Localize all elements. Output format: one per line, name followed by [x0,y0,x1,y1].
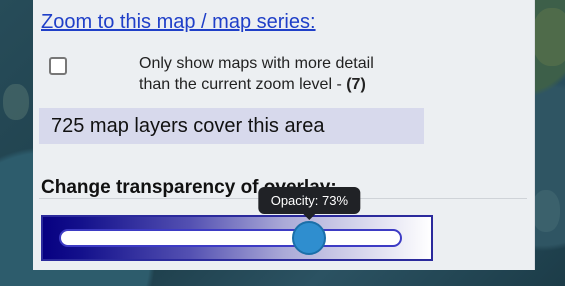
opacity-slider-track[interactable] [59,229,402,247]
detail-filter-label: Only show maps with more detail than the… [139,53,459,95]
map-terrain-bottom-right [532,190,560,232]
opacity-tooltip-value: 73% [322,193,349,208]
zoom-to-map-link[interactable]: Zoom to this map / map series: [41,10,316,34]
detail-filter-line-2: than the current zoom level - (7) [139,74,459,95]
detail-filter-line-2-text: than the current zoom level - [139,76,347,93]
opacity-slider-thumb[interactable]: Opacity: 73% [258,187,361,255]
map-terrain-left [3,84,29,120]
detail-filter-count: (7) [346,76,366,93]
map-terrain-top-right [532,8,565,66]
opacity-slider-frame: Opacity: 73% [41,187,433,261]
detail-filter-line-1: Only show maps with more detail [139,55,374,72]
layer-count-banner: 725 map layers cover this area [39,108,424,144]
map-info-panel: Zoom to this map / map series: Only show… [33,0,535,270]
opacity-slider-fill [61,231,308,245]
detail-filter-checkbox[interactable] [49,57,67,75]
opacity-tooltip: Opacity: 73% [258,187,361,220]
opacity-tooltip-label: Opacity: [270,193,319,208]
